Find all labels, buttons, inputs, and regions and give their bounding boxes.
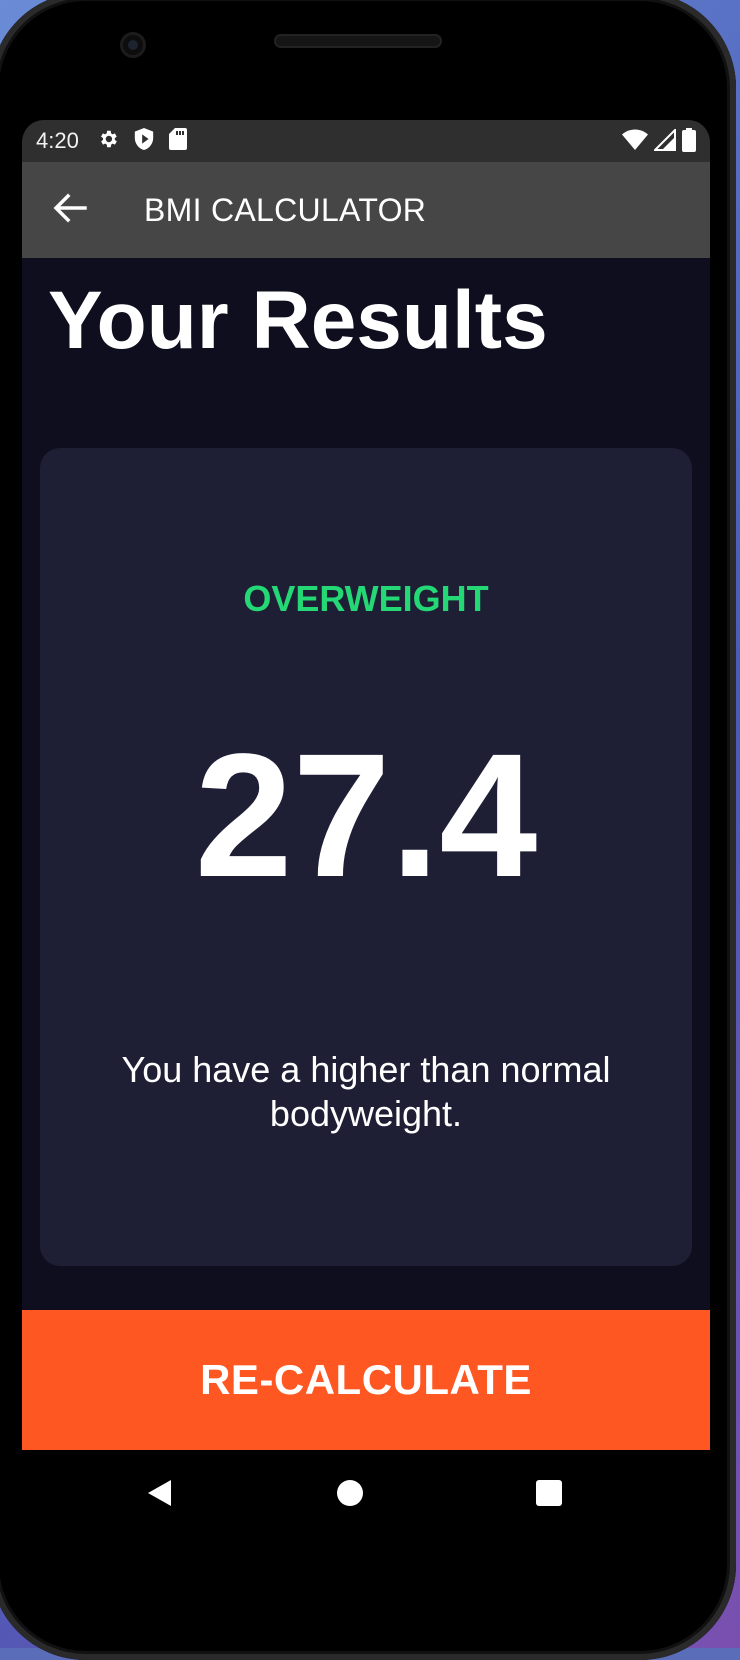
- app-title: BMI CALCULATOR: [144, 191, 427, 228]
- wifi-icon: [622, 129, 648, 156]
- app-bar: BMI CALCULATOR: [22, 162, 710, 258]
- front-camera: [120, 32, 146, 58]
- arrow-back-icon: [53, 193, 87, 228]
- recalculate-button-label: RE-CALCULATE: [200, 1356, 532, 1403]
- sd-card-icon: [168, 127, 187, 155]
- bmi-interpretation: You have a higher than normal bodyweight…: [121, 1049, 611, 1134]
- status-icons-left: [97, 127, 187, 156]
- app-screen: 4:20 BMI CALCULATOR Your Results OVERWEI…: [22, 120, 710, 1450]
- settings-icon: [97, 128, 119, 155]
- signal-icon: [652, 127, 676, 156]
- battery-icon: [682, 128, 696, 157]
- status-time: 4:20: [36, 128, 79, 153]
- home-circle-icon: [336, 1479, 364, 1512]
- back-button[interactable]: [42, 182, 98, 238]
- shield-icon: [133, 127, 155, 156]
- page-title: Your Results: [48, 275, 548, 366]
- recalculate-button[interactable]: RE-CALCULATE: [22, 1310, 710, 1450]
- recents-square-icon: [535, 1479, 563, 1512]
- system-navigation-bar: [22, 1450, 710, 1540]
- bmi-value: 27.4: [194, 718, 538, 914]
- nav-home-button[interactable]: [325, 1470, 375, 1520]
- result-card: OVERWEIGHT 27.4 You have a higher than n…: [40, 448, 692, 1266]
- status-bar: 4:20: [22, 120, 710, 162]
- bmi-category-label: OVERWEIGHT: [243, 578, 489, 619]
- earpiece-speaker: [274, 34, 442, 48]
- nav-recents-button[interactable]: [524, 1470, 574, 1520]
- back-triangle-icon: [147, 1479, 173, 1512]
- nav-back-button[interactable]: [135, 1470, 185, 1520]
- status-icons-right: [622, 127, 696, 157]
